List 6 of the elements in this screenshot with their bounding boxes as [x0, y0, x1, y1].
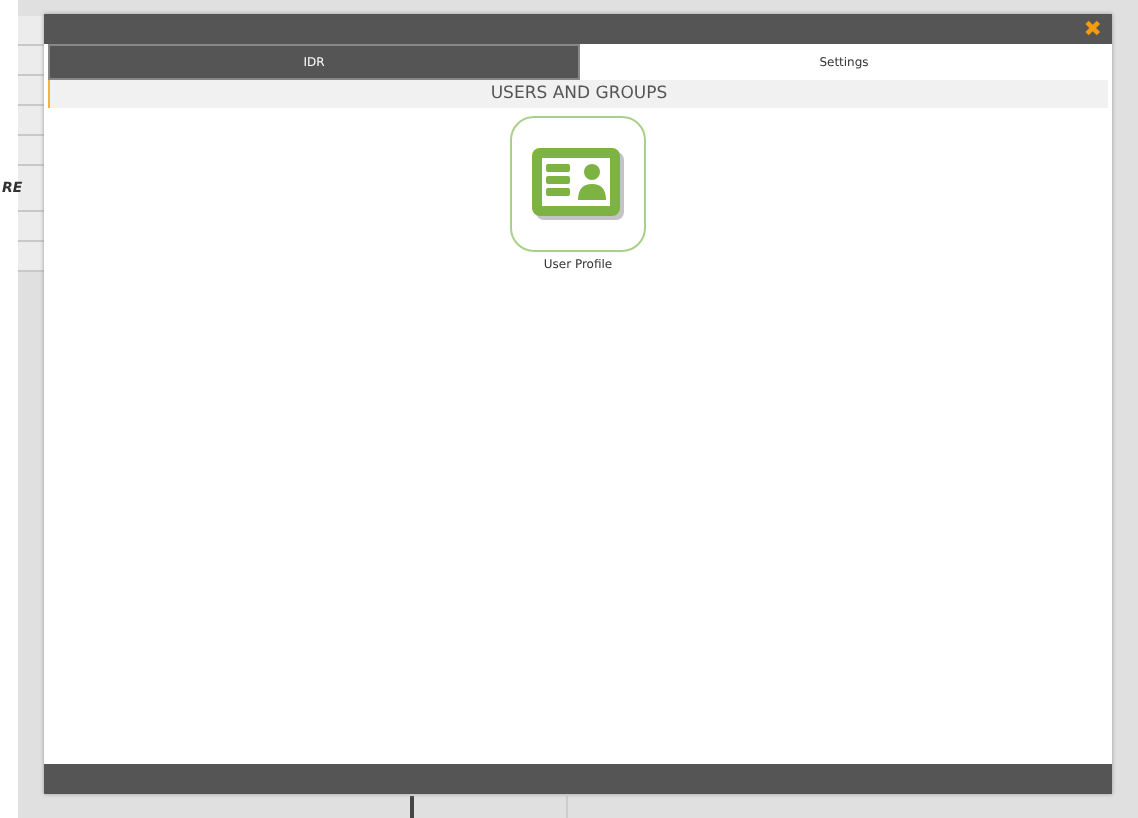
sidebar-row	[18, 106, 46, 136]
sidebar-row	[18, 76, 46, 106]
id-card-icon	[530, 146, 626, 222]
profile-tile[interactable]	[510, 116, 646, 252]
section-header: USERS AND GROUPS	[48, 80, 1108, 108]
sidebar-row	[18, 46, 46, 76]
